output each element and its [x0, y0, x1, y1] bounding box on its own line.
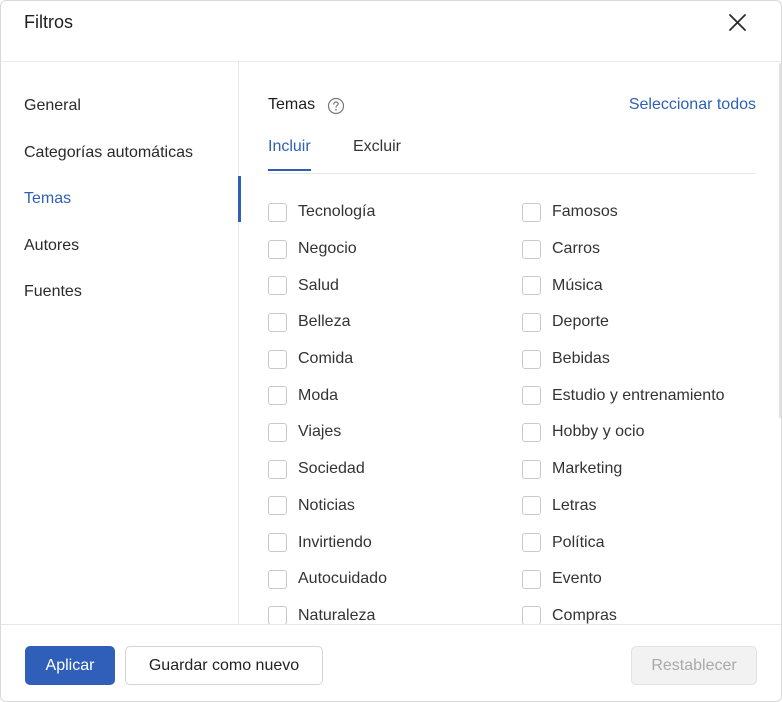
topics-column-left: Tecnología Negocio Salud Belleza Comida …: [268, 194, 528, 624]
checkbox[interactable]: [522, 276, 541, 296]
checkbox[interactable]: [522, 496, 541, 516]
checkbox[interactable]: [268, 312, 287, 332]
topic-label: Moda: [298, 386, 339, 404]
checkbox[interactable]: [522, 533, 541, 553]
checkbox[interactable]: [268, 349, 287, 369]
topic-checkbox-row[interactable]: Música: [522, 267, 781, 304]
filters-dialog: Filtros General Categorías automáticas T…: [0, 0, 782, 702]
checkbox[interactable]: [268, 239, 287, 259]
topic-checkbox-row[interactable]: Política: [522, 524, 781, 561]
topic-checkbox-row[interactable]: Comida: [268, 341, 528, 378]
topic-label: Política: [552, 533, 605, 551]
topic-label: Hobby y ocio: [552, 423, 645, 441]
topic-label: Bebidas: [552, 350, 610, 368]
topic-label: Negocio: [298, 240, 357, 258]
checkbox[interactable]: [268, 202, 287, 222]
topic-checkbox-row[interactable]: Viajes: [268, 414, 528, 451]
topics-column-right: Famosos Carros Música Deporte Bebidas Es…: [522, 194, 781, 624]
topic-label: Marketing: [552, 460, 623, 478]
checkbox[interactable]: [522, 606, 541, 624]
topic-label: Naturaleza: [298, 606, 376, 624]
topic-label: Comida: [298, 350, 354, 368]
sidebar-item-topics[interactable]: Temas: [1, 176, 241, 222]
checkbox[interactable]: [522, 239, 541, 259]
topic-label: Carros: [552, 240, 601, 258]
topic-checkbox-row[interactable]: Negocio: [268, 231, 528, 268]
topic-label: Estudio y entrenamiento: [552, 386, 725, 404]
checkbox[interactable]: [522, 202, 541, 222]
checkbox[interactable]: [522, 422, 541, 442]
apply-button[interactable]: Aplicar: [25, 646, 115, 685]
checkbox[interactable]: [522, 459, 541, 479]
topic-checkbox-row[interactable]: Hobby y ocio: [522, 414, 781, 451]
topic-label: Salud: [298, 276, 339, 294]
topic-label: Sociedad: [298, 460, 365, 478]
topic-label: Compras: [552, 606, 617, 624]
tab-include[interactable]: Incluir: [268, 138, 311, 171]
help-icon[interactable]: [327, 97, 345, 115]
checkbox[interactable]: [268, 533, 287, 553]
topic-checkbox-row[interactable]: Bebidas: [522, 341, 781, 378]
topic-checkbox-row[interactable]: Carros: [522, 231, 781, 268]
topic-label: Belleza: [298, 313, 351, 331]
dialog-header: Filtros: [1, 1, 781, 62]
topic-checkbox-row[interactable]: Sociedad: [268, 451, 528, 488]
topic-checkbox-row[interactable]: Moda: [268, 377, 528, 414]
topic-label: Famosos: [552, 203, 618, 221]
topic-label: Viajes: [298, 423, 342, 441]
checkbox[interactable]: [268, 606, 287, 624]
reset-button[interactable]: Restablecer: [631, 646, 757, 685]
checkbox[interactable]: [268, 569, 287, 589]
sidebar-item-general[interactable]: General: [1, 83, 239, 129]
sidebar: General Categorías automáticas Temas Aut…: [1, 62, 241, 624]
topic-checkbox-row[interactable]: Famosos: [522, 194, 781, 231]
topic-checkbox-row[interactable]: Letras: [522, 488, 781, 525]
sidebar-item-auto-categories[interactable]: Categorías automáticas: [1, 130, 239, 176]
topic-label: Deporte: [552, 313, 609, 331]
topic-checkbox-row[interactable]: Tecnología: [268, 194, 528, 231]
tab-exclude[interactable]: Excluir: [353, 138, 401, 170]
checkbox[interactable]: [268, 276, 287, 296]
topic-label: Invirtiendo: [298, 533, 372, 551]
save-as-new-button[interactable]: Guardar como nuevo: [125, 646, 323, 685]
checkbox[interactable]: [268, 422, 287, 442]
checkbox[interactable]: [522, 349, 541, 369]
section-title: Temas: [268, 96, 316, 113]
checkbox[interactable]: [268, 386, 287, 406]
topic-checkbox-row[interactable]: Salud: [268, 267, 528, 304]
dialog-footer: Aplicar Guardar como nuevo Restablecer: [1, 624, 781, 701]
topics-panel: Temas Seleccionar todos Incluir Excluir …: [240, 62, 781, 624]
topic-label: Tecnología: [298, 203, 376, 221]
topic-checkbox-row[interactable]: Compras: [522, 598, 781, 624]
topic-checkbox-row[interactable]: Invirtiendo: [268, 524, 528, 561]
checkbox[interactable]: [522, 569, 541, 589]
topic-checkbox-row[interactable]: Marketing: [522, 451, 781, 488]
dialog-title: Filtros: [24, 12, 73, 32]
checkbox[interactable]: [268, 496, 287, 516]
topic-label: Evento: [552, 570, 602, 588]
include-exclude-tabs: Incluir Excluir: [268, 126, 756, 174]
sidebar-item-authors[interactable]: Autores: [1, 223, 239, 269]
topic-label: Letras: [552, 496, 597, 514]
close-icon[interactable]: [723, 9, 751, 37]
topic-checkbox-row[interactable]: Noticias: [268, 488, 528, 525]
select-all-link[interactable]: Seleccionar todos: [629, 96, 756, 114]
topic-checkbox-row[interactable]: Naturaleza: [268, 598, 528, 624]
topic-checkbox-row[interactable]: Evento: [522, 561, 781, 598]
topic-label: Música: [552, 276, 603, 294]
topic-label: Noticias: [298, 496, 355, 514]
checkbox[interactable]: [522, 312, 541, 332]
checkbox[interactable]: [268, 459, 287, 479]
topic-checkbox-row[interactable]: Deporte: [522, 304, 781, 341]
topic-checkbox-row[interactable]: Estudio y entrenamiento: [522, 377, 781, 414]
topic-checkbox-row[interactable]: Belleza: [268, 304, 528, 341]
topic-label: Autocuidado: [298, 570, 387, 588]
checkbox[interactable]: [522, 386, 541, 406]
topic-checkbox-row[interactable]: Autocuidado: [268, 561, 528, 598]
sidebar-item-sources[interactable]: Fuentes: [1, 269, 239, 315]
